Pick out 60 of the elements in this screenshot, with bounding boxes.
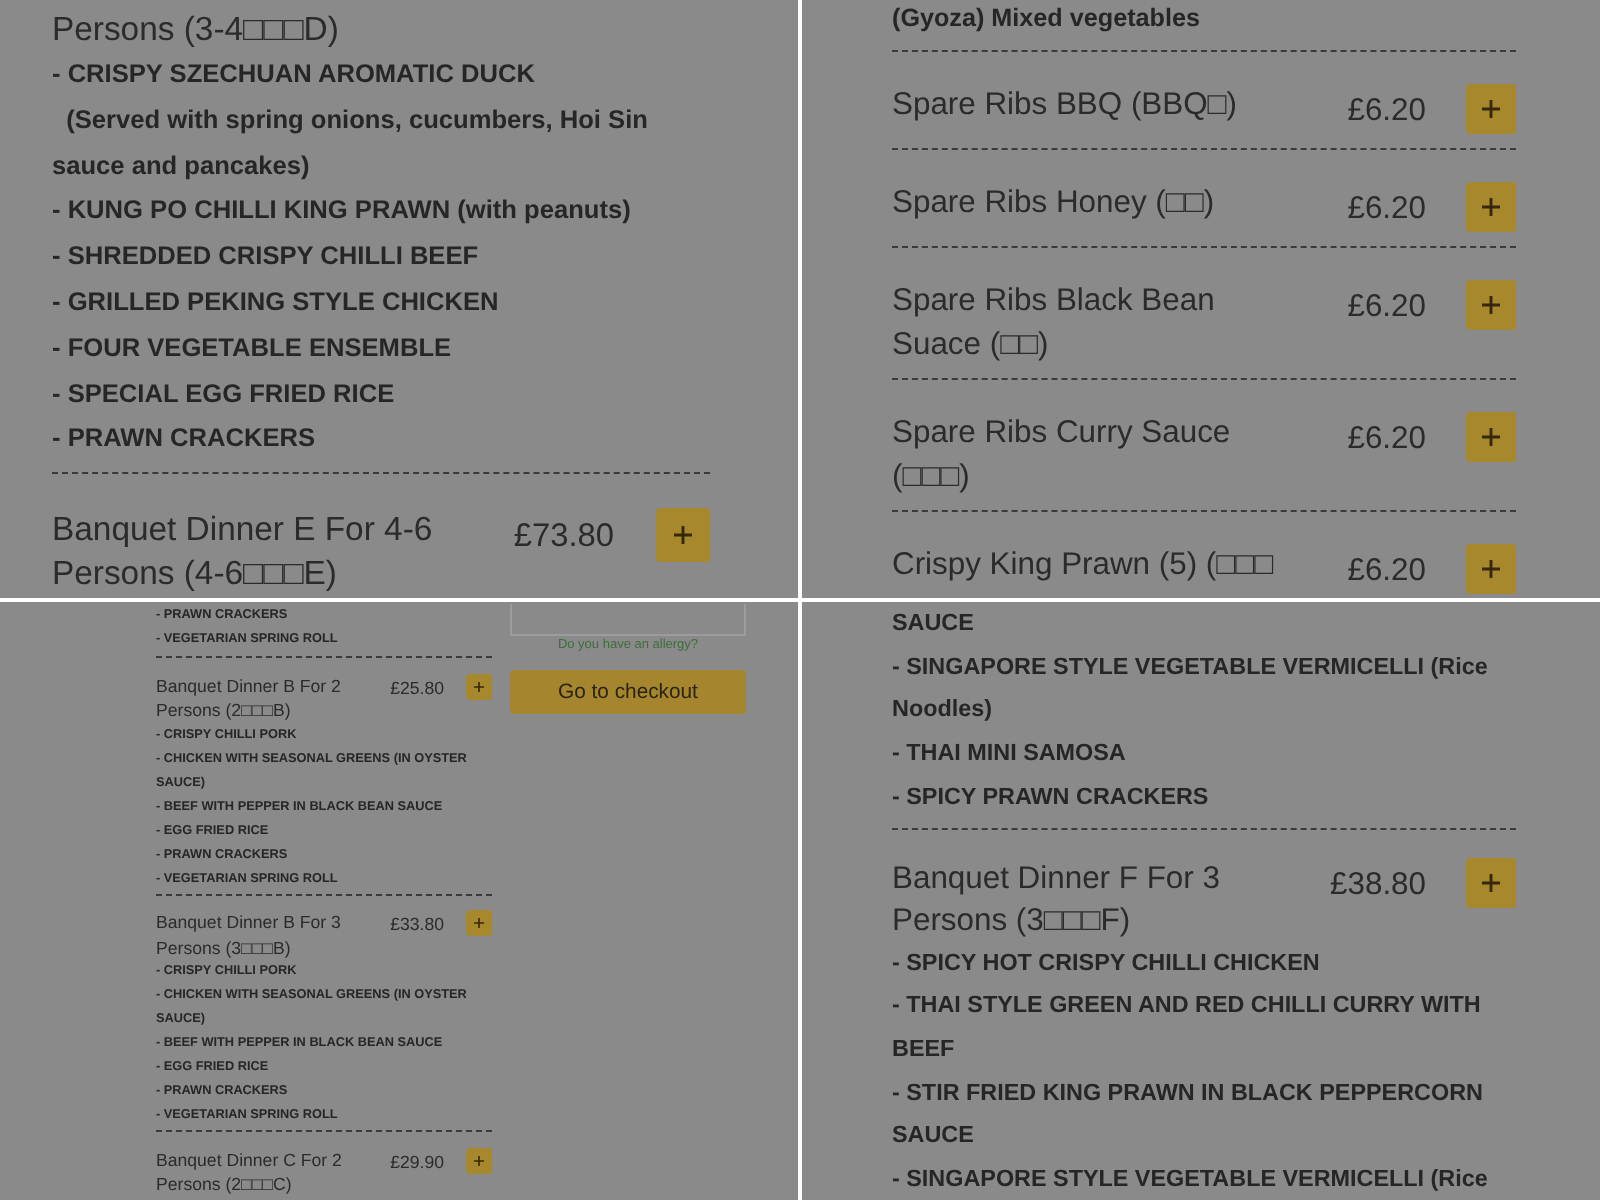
dish-name: Spare Ribs Black Bean Suace (□□) [892,282,1217,366]
dish-name: Banquet Dinner B For 2 Persons (2□□□B) [156,673,343,723]
dish-detail: - THAI MINI SAMOSA [892,738,1128,771]
plus-icon [1482,198,1500,216]
dish-detail: - KUNG PO CHILLI KING PRAWN (with peanuts) [52,192,633,229]
add-button[interactable] [1466,280,1516,330]
add-button[interactable] [1466,544,1516,594]
dish-price: £73.80 [513,516,614,559]
dish-detail: - CRISPY SZECHUAN AROMATIC DUCK [52,56,537,92]
dish-price: £33.80 [390,912,444,937]
plus-icon [474,681,484,691]
dish-price: £38.80 [1330,865,1426,906]
add-button[interactable] [466,910,492,936]
dish-detail: - SPICY HOT CRISPY CHILLI CHICKEN [892,947,1322,980]
dish-name: Banquet Dinner B For 3 Persons (3□□□B) [156,910,343,960]
dish-detail: - PRAWN CRACKERS [52,420,318,457]
plus-icon [1482,428,1500,446]
plus-icon [674,526,692,545]
add-button[interactable] [1466,182,1516,232]
dish-detail: - FOUR VEGETABLE ENSEMBLE [52,329,454,366]
dish-detail: - SINGAPORE STYLE VEGETABLE VERMICELLI (Rice [892,1164,1490,1197]
dish-name: Banquet Dinner E For 4-6 Persons (4-6□□□E) [52,508,435,597]
add-button[interactable] [656,508,710,563]
plus-icon [1482,873,1500,892]
dish-price: £25.80 [390,675,444,700]
dish-detail: SAUCE [892,608,976,640]
dish-price: £6.20 [1347,288,1426,328]
plus-icon [474,1155,484,1165]
dish-name: Crispy King Prawn (5) (□□□ [892,546,1276,586]
dish-name: Spare Ribs Curry Sauce (□□□) [892,414,1233,498]
add-button[interactable] [1466,84,1516,134]
dish-name: Spare Ribs Honey (□□) [892,184,1217,224]
dish-detail: - THAI STYLE GREEN AND RED CHILLI CURRY WITH BEEF [892,990,1483,1066]
add-button[interactable] [466,1147,492,1173]
dish-detail: - SINGAPORE STYLE VEGETABLE VERMICELLI (Rice Noodles) [892,651,1490,727]
plus-icon [1482,100,1500,118]
checkout-button[interactable]: Go to checkout [510,670,746,714]
add-button[interactable] [466,673,492,699]
dish-detail: (Served with spring onions, cucumbers, Hoi Sin sauce and pancakes) [52,101,650,184]
dish-detail: - SPECIAL EGG FRIED RICE [52,375,397,412]
dish-detail: - STIR FRIED KING PRAWN IN BLACK PEPPERCORN SAUCE [892,1077,1485,1153]
dish-detail: - SHREDDED CRISPY CHILLI BEEF [52,238,481,275]
add-button[interactable] [1466,412,1516,462]
plus-icon [474,918,484,928]
plus-icon [1482,560,1500,578]
dish-name: Banquet Dinner C For 2 Persons (2□□□C) [156,1147,344,1197]
dish-price: £6.20 [1347,190,1426,230]
dish-name: Persons (3-4□□□D) [52,8,341,52]
dish-detail: (Gyoza) Mixed vegetables [892,2,1202,36]
dish-name: Banquet Dinner F For 3 Persons (3□□□F) [892,859,1222,942]
dish-price: £6.20 [1347,420,1426,460]
dish-detail: - SPICY PRAWN CRACKERS [892,781,1211,814]
dish-price: £29.90 [390,1149,444,1174]
dish-detail: - GRILLED PEKING STYLE CHICKEN [52,283,501,320]
dish-name: Spare Ribs BBQ (BBQ□) [892,86,1240,126]
plus-icon [1482,296,1500,314]
add-button[interactable] [1466,857,1516,908]
note-field[interactable] [510,604,746,636]
dish-price: £6.20 [1347,552,1426,592]
dish-price: £6.20 [1347,92,1426,132]
